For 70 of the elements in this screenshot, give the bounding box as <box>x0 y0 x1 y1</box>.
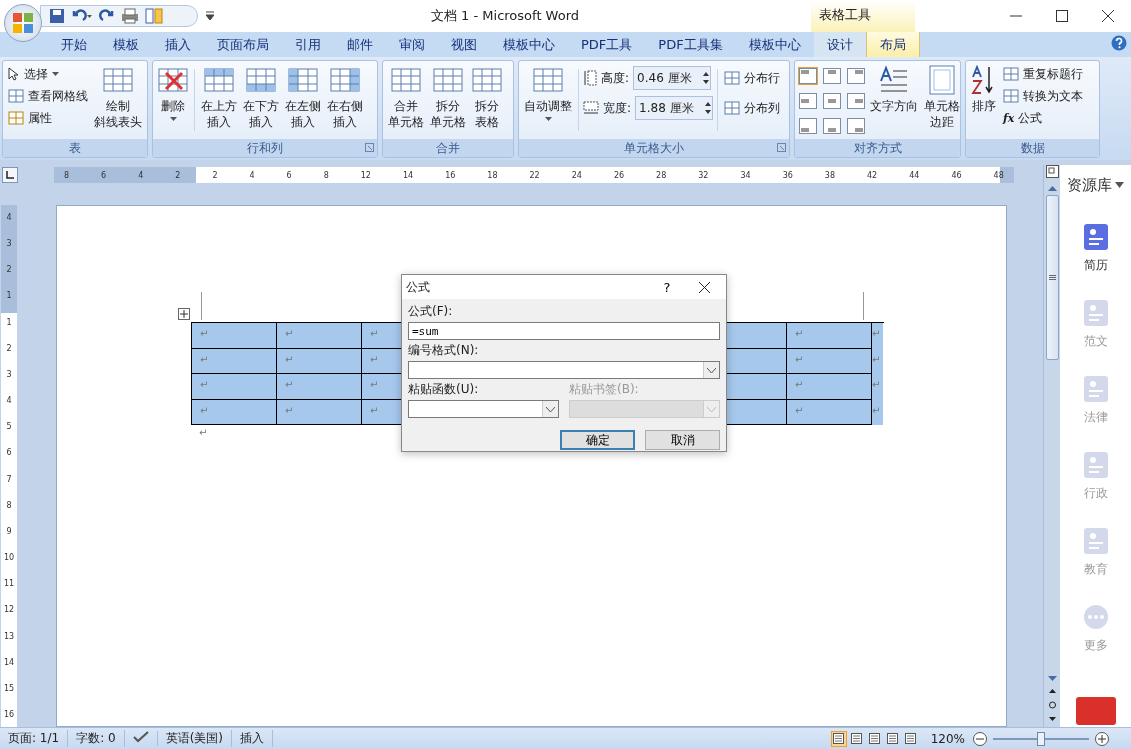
ruler-number: 6 <box>286 170 292 180</box>
ruler-number: 32 <box>698 170 709 180</box>
ruler-number: 2 <box>6 343 12 353</box>
ruler-number: 38 <box>824 170 835 180</box>
ruler-number: 8 <box>6 500 12 510</box>
group-title: 行和列 <box>247 139 283 157</box>
ruler-number: 9 <box>6 526 12 536</box>
ruler-number: 4 <box>6 213 12 222</box>
ruler-number: 48 <box>993 170 1004 180</box>
paragraph-mark: ↵ <box>199 427 208 438</box>
formula-label: 公式(F): <box>408 303 454 320</box>
ruler-number: 3 <box>6 369 12 379</box>
window-title: 文档 1 - Microsoft Word <box>429 7 581 25</box>
zoom-level: 120% <box>930 731 965 746</box>
group-title: 表 <box>69 139 81 157</box>
ruler-number: 4 <box>6 396 12 406</box>
paste-bookmark-label: 粘贴书签(B): <box>569 381 640 398</box>
ruler-number: 14 <box>3 657 15 667</box>
ruler-number: 16 <box>445 170 456 180</box>
ruler-number: 46 <box>951 170 962 180</box>
ruler-number: 26 <box>613 170 625 180</box>
ruler-number: 36 <box>782 170 793 180</box>
dialog-title: 公式 <box>406 278 431 296</box>
ruler-number: 14 <box>402 170 414 180</box>
group-title: 合并 <box>436 139 460 157</box>
ruler-number: 6 <box>101 170 107 180</box>
context-label: 表格工具 <box>811 0 915 32</box>
formula-icon: fx <box>1003 111 1015 125</box>
ruler-number: 2 <box>6 265 12 275</box>
ruler-number: 2 <box>175 170 181 180</box>
ruler-number: 28 <box>656 170 667 180</box>
ruler-number: 1 <box>6 291 12 301</box>
group-title: 对齐方式 <box>853 139 902 157</box>
number-format-label: 编号格式(N): <box>408 342 480 359</box>
insert-mode-status: 插入 <box>232 730 274 747</box>
ruler-number: 18 <box>487 170 498 180</box>
word-count: 字数: 0 <box>68 730 125 747</box>
ruler-number: 24 <box>571 170 582 180</box>
row-end-mark: ↵ <box>871 348 883 374</box>
row-end-mark: ↵ <box>871 374 883 400</box>
ruler-number: 12 <box>3 605 15 615</box>
ruler-number: 8 <box>323 170 329 180</box>
ruler-number: 34 <box>740 170 751 180</box>
ruler-number: 42 <box>867 170 878 180</box>
ruler-number: 11 <box>3 579 15 589</box>
ruler-number: 15 <box>3 683 15 693</box>
ruler-number: 13 <box>3 631 15 641</box>
ruler-number: 5 <box>6 422 12 432</box>
ruler-number: 4 <box>138 170 144 180</box>
ruler-number: 3 <box>6 239 12 249</box>
ruler-number: 12 <box>360 170 371 180</box>
ruler-number: 1 <box>6 317 12 327</box>
ruler-number: 2 <box>212 170 218 180</box>
language-status: 英语(美国) <box>157 730 233 747</box>
ruler-number: 10 <box>3 553 15 563</box>
height-label: 高度: <box>601 69 630 87</box>
group-title: 数据 <box>1020 139 1045 157</box>
ruler-number: 44 <box>909 170 920 180</box>
ruler-number: 22 <box>529 170 540 180</box>
ruler-number: 6 <box>6 448 12 458</box>
ruler-number: 8 <box>64 170 70 180</box>
group-title: 单元格大小 <box>624 139 684 157</box>
width-label: 宽度: <box>603 99 632 117</box>
paste-function-label: 粘贴函数(U): <box>408 381 480 398</box>
row-end-mark: ↵ <box>871 323 883 349</box>
ruler-number: 16 <box>3 709 15 719</box>
ruler-number: 7 <box>6 474 12 484</box>
row-end-mark: ↵ <box>871 399 883 425</box>
ruler-number: 4 <box>249 170 255 180</box>
page-count: 页面: 1/1 <box>0 730 69 747</box>
